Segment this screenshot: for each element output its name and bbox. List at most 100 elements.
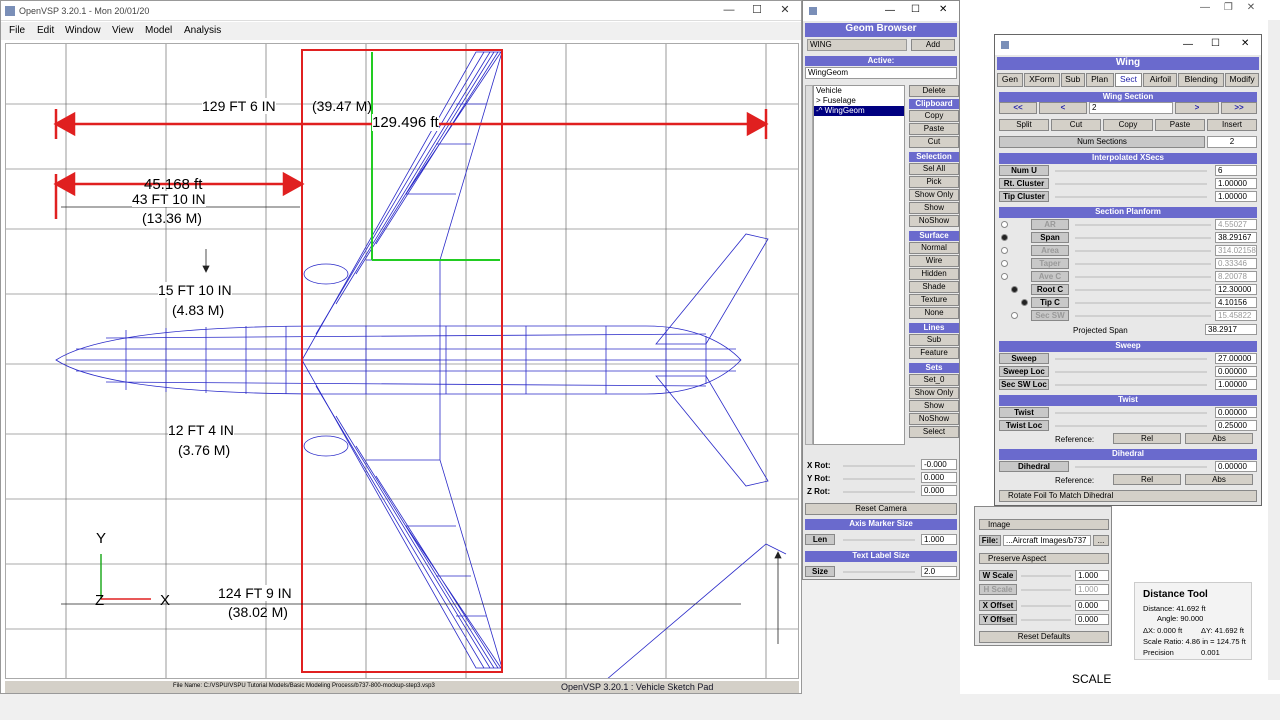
tab-plan[interactable]: Plan bbox=[1085, 73, 1114, 87]
rt-cluster-slider[interactable] bbox=[1055, 183, 1207, 185]
viewport[interactable]: 129 FT 6 IN (39.47 M) 129.496 ft 45.168 … bbox=[5, 43, 799, 679]
tab-sub[interactable]: Sub bbox=[1060, 73, 1085, 87]
none-button[interactable]: None bbox=[909, 307, 959, 319]
radio-icon[interactable] bbox=[1001, 273, 1008, 280]
tip-cluster-value[interactable]: 1.00000 bbox=[1215, 191, 1257, 202]
row-value[interactable]: 12.30000 bbox=[1215, 284, 1257, 295]
yoffset-value[interactable]: 0.000 bbox=[1075, 614, 1109, 625]
radio-icon[interactable] bbox=[1001, 260, 1008, 267]
preserve-aspect-toggle[interactable]: Preserve Aspect bbox=[979, 553, 1109, 564]
menu-analysis[interactable]: Analysis bbox=[184, 25, 221, 36]
sweep-loc-value[interactable]: 0.00000 bbox=[1215, 366, 1257, 377]
hscale-slider[interactable] bbox=[1021, 589, 1071, 591]
maximize-icon[interactable]: ☐ bbox=[911, 4, 920, 15]
yoffset-slider[interactable] bbox=[1021, 619, 1071, 621]
minimize-icon[interactable]: — bbox=[1183, 39, 1193, 50]
yrot-value[interactable]: 0.000 bbox=[921, 472, 957, 483]
sel-all-button[interactable]: Sel All bbox=[909, 163, 959, 175]
select-button[interactable]: Select bbox=[909, 426, 959, 438]
tree-item-fuselage[interactable]: > Fuselage bbox=[814, 96, 904, 106]
sets-show-button[interactable]: Show bbox=[909, 400, 959, 412]
num-u-slider[interactable] bbox=[1055, 170, 1207, 172]
file-value[interactable]: ...Aircraft Images/b737 bbox=[1003, 535, 1091, 546]
xrot-slider[interactable] bbox=[843, 465, 915, 467]
twist-rel-toggle[interactable]: Rel bbox=[1113, 433, 1181, 444]
texture-button[interactable]: Texture bbox=[909, 294, 959, 306]
file-browse-button[interactable]: ... bbox=[1093, 535, 1109, 546]
twist-slider[interactable] bbox=[1055, 412, 1207, 414]
rotate-foil-toggle[interactable]: Rotate Foil To Match Dihedral bbox=[999, 490, 1257, 502]
size-value[interactable]: 2.0 bbox=[921, 566, 957, 577]
show-only-button[interactable]: Show Only bbox=[909, 189, 959, 201]
xrot-value[interactable]: -0.000 bbox=[921, 459, 957, 470]
geom-type-select[interactable]: WING bbox=[807, 39, 907, 51]
close-icon[interactable]: ✕ bbox=[939, 4, 947, 15]
radio-icon[interactable] bbox=[1001, 247, 1008, 254]
tree-item-vehicle[interactable]: Vehicle bbox=[814, 86, 904, 96]
rt-cluster-value[interactable]: 1.00000 bbox=[1215, 178, 1257, 189]
add-button[interactable]: Add bbox=[911, 39, 955, 51]
minimize-icon[interactable]: — bbox=[715, 4, 743, 16]
row-value[interactable]: 0.33346 bbox=[1215, 258, 1257, 269]
hidden-button[interactable]: Hidden bbox=[909, 268, 959, 280]
row-value[interactable]: 38.29167 bbox=[1215, 232, 1257, 243]
noshow-button[interactable]: NoShow bbox=[909, 215, 959, 227]
hscale-value[interactable]: 1.000 bbox=[1075, 584, 1109, 595]
xoffset-value[interactable]: 0.000 bbox=[1075, 600, 1109, 611]
active-value[interactable]: WingGeom bbox=[805, 67, 957, 79]
tab-modify[interactable]: Modify bbox=[1225, 73, 1259, 87]
insert-button[interactable]: Insert bbox=[1207, 119, 1257, 131]
tab-gen[interactable]: Gen bbox=[997, 73, 1023, 87]
sweep-slider[interactable] bbox=[1055, 358, 1207, 360]
first-section-button[interactable]: << bbox=[999, 102, 1037, 114]
row-value[interactable]: 4.10156 bbox=[1215, 297, 1257, 308]
wire-button[interactable]: Wire bbox=[909, 255, 959, 267]
close-icon[interactable]: ✕ bbox=[1241, 38, 1249, 49]
sweep-value[interactable]: 27.00000 bbox=[1215, 353, 1257, 364]
radio-icon[interactable] bbox=[1001, 221, 1008, 228]
copy-button[interactable]: Copy bbox=[909, 110, 959, 122]
normal-select[interactable]: Normal bbox=[909, 242, 959, 254]
sub-toggle[interactable]: Sub bbox=[909, 334, 959, 346]
paste-button[interactable]: Paste bbox=[909, 123, 959, 135]
twist-abs-toggle[interactable]: Abs bbox=[1185, 433, 1253, 444]
sec-sw-loc-value[interactable]: 1.00000 bbox=[1215, 379, 1257, 390]
show-button[interactable]: Show bbox=[909, 202, 959, 214]
row-value[interactable]: 314.02158 bbox=[1215, 245, 1257, 256]
sec-sw-loc-slider[interactable] bbox=[1055, 384, 1207, 386]
yrot-slider[interactable] bbox=[843, 478, 915, 480]
reset-camera-button[interactable]: Reset Camera bbox=[805, 503, 957, 515]
prev-section-button[interactable]: < bbox=[1039, 102, 1087, 114]
next-section-button[interactable]: > bbox=[1175, 102, 1219, 114]
tab-xform[interactable]: XForm bbox=[1023, 73, 1060, 87]
num-u-value[interactable]: 6 bbox=[1215, 165, 1257, 176]
menu-file[interactable]: File bbox=[9, 25, 25, 36]
dihedral-slider[interactable] bbox=[1075, 466, 1207, 468]
image-toggle[interactable]: Image bbox=[979, 519, 1109, 530]
maximize-icon[interactable]: ☐ bbox=[743, 3, 771, 16]
tab-sect[interactable]: Sect bbox=[1114, 73, 1143, 87]
radio-icon[interactable] bbox=[1011, 286, 1018, 293]
paste-button[interactable]: Paste bbox=[1155, 119, 1205, 131]
wscale-slider[interactable] bbox=[1021, 575, 1071, 577]
dihedral-abs-toggle[interactable]: Abs bbox=[1185, 474, 1253, 485]
tree-scrollbar[interactable] bbox=[805, 85, 813, 445]
zrot-slider[interactable] bbox=[843, 491, 915, 493]
section-index[interactable]: 2 bbox=[1089, 102, 1173, 114]
zrot-value[interactable]: 0.000 bbox=[921, 485, 957, 496]
last-section-button[interactable]: >> bbox=[1221, 102, 1257, 114]
delete-button[interactable]: Delete bbox=[909, 85, 959, 97]
tab-airfoil[interactable]: Airfoil bbox=[1143, 73, 1178, 87]
radio-icon[interactable] bbox=[1001, 234, 1008, 241]
menu-window[interactable]: Window bbox=[65, 25, 101, 36]
menu-edit[interactable]: Edit bbox=[37, 25, 54, 36]
wscale-value[interactable]: 1.000 bbox=[1075, 570, 1109, 581]
row-value[interactable]: 15.45822 bbox=[1215, 310, 1257, 321]
radio-icon[interactable] bbox=[1011, 312, 1018, 319]
len-slider[interactable] bbox=[843, 539, 915, 541]
copy-button[interactable]: Copy bbox=[1103, 119, 1153, 131]
shade-button[interactable]: Shade bbox=[909, 281, 959, 293]
dihedral-rel-toggle[interactable]: Rel bbox=[1113, 474, 1181, 485]
maximize-icon[interactable]: ☐ bbox=[1211, 38, 1220, 49]
len-value[interactable]: 1.000 bbox=[921, 534, 957, 545]
